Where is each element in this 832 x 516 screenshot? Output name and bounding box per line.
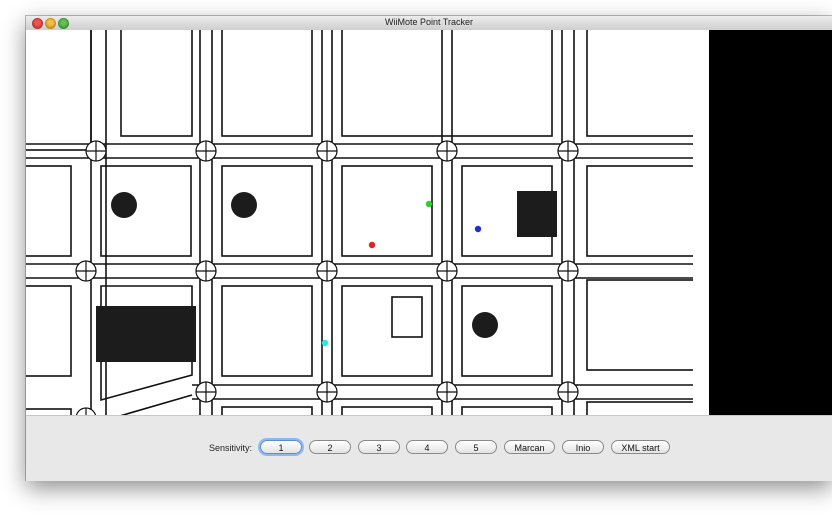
sensitivity-label: Sensitivity:: [209, 443, 253, 453]
marcan-button[interactable]: Marcan: [504, 440, 555, 454]
obstacle-circle: [111, 192, 137, 218]
street-map: [26, 30, 693, 415]
window-title: WiiMote Point Tracker: [384, 17, 474, 27]
obstacle-rect: [96, 306, 196, 362]
title-bar: WiiMote Point Tracker: [26, 16, 832, 31]
sensitivity-1-button[interactable]: 1: [260, 440, 302, 454]
sensitivity-3-button[interactable]: 3: [358, 440, 400, 454]
obstacle-circle: [472, 312, 498, 338]
sensitivity-2-button[interactable]: 2: [309, 440, 351, 454]
tracked-point-blue: [474, 225, 482, 233]
map-frame-edge: [693, 30, 709, 415]
xml-start-button[interactable]: XML start: [611, 440, 670, 454]
control-panel: Sensitivity: 1 2 3 4 5 Marcan Inio XML s…: [26, 415, 832, 481]
app-window: WiiMote Point Tracker Sensitivity: 1 2 3…: [26, 16, 832, 481]
tracker-canvas: [26, 30, 832, 415]
tracked-point-green: [425, 200, 433, 208]
tracked-point-red: [368, 241, 376, 249]
sensitivity-4-button[interactable]: 4: [406, 440, 448, 454]
tracked-point-cyan: [321, 339, 329, 347]
obstacle-rect: [517, 191, 557, 237]
inio-button[interactable]: Inio: [562, 440, 604, 454]
obstacle-circle: [231, 192, 257, 218]
sensitivity-5-button[interactable]: 5: [455, 440, 497, 454]
